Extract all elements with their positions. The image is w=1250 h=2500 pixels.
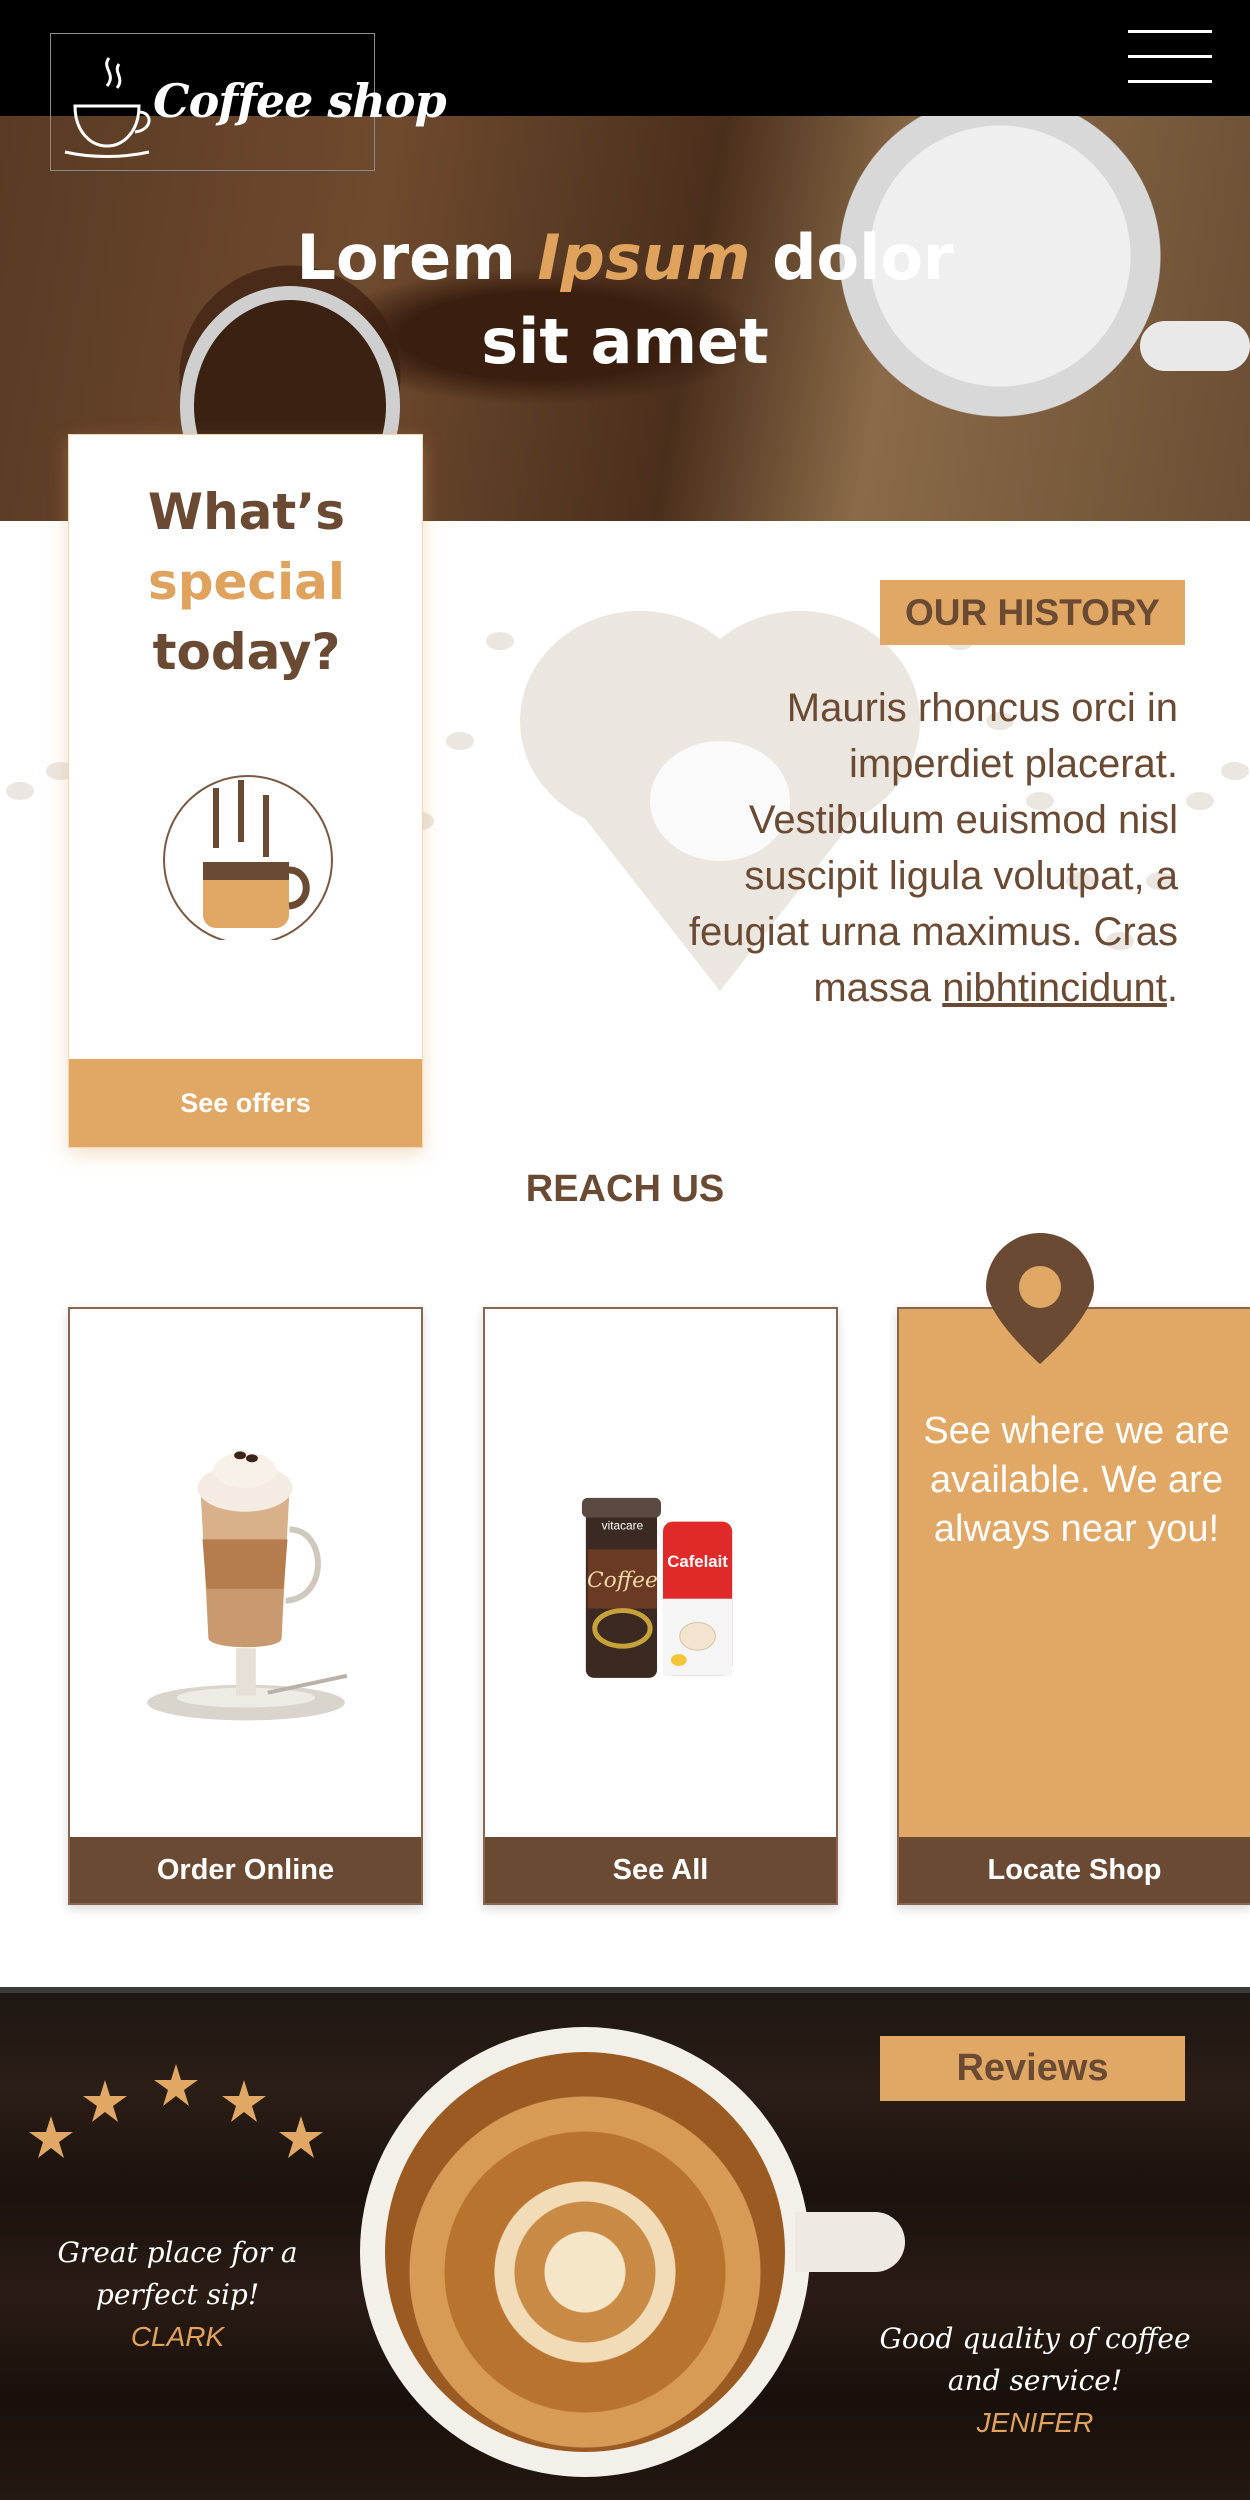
special-title-line3: today? — [152, 623, 341, 681]
review-item: Good quality of coffee and service! JENI… — [870, 2318, 1200, 2444]
our-history-tag: OUR HISTORY — [880, 580, 1185, 645]
reach-us-title: REACH US — [525, 1168, 725, 1210]
locate-shop-button[interactable]: Locate Shop — [899, 1837, 1250, 1903]
can-brand-label: Cafelait — [667, 1552, 728, 1571]
star-icon — [154, 2064, 198, 2106]
star-icon — [83, 2080, 127, 2122]
hamburger-menu-icon[interactable] — [1128, 30, 1212, 84]
review-item: Great place for a perfect sip! CLARK — [50, 2232, 305, 2358]
special-title-line1: What’s — [147, 483, 346, 541]
star-icon — [29, 2116, 73, 2158]
special-title: What’s special today? — [69, 477, 424, 687]
five-star-rating-icon — [29, 2064, 323, 2158]
order-online-button[interactable]: Order Online — [70, 1837, 421, 1903]
see-all-card: vitacare Coffee Cafelait See All — [483, 1307, 838, 1905]
cup-handle-image — [1140, 321, 1250, 371]
history-text-end: . — [1166, 966, 1178, 1010]
latte-glass-image — [147, 1451, 348, 1721]
reviewer-name: CLARK — [130, 2321, 225, 2352]
special-offer-card: What’s special today? See offers — [68, 434, 423, 1148]
star-icon — [279, 2116, 323, 2158]
locate-shop-card: See where we are available. We are alway… — [897, 1307, 1250, 1905]
reviewer-name: JENIFER — [976, 2407, 1094, 2438]
reviews-tag: Reviews — [880, 2036, 1185, 2101]
special-title-line2: special — [147, 553, 346, 611]
hero-title-accent: Ipsum — [537, 221, 751, 294]
location-pin-icon — [986, 1233, 1094, 1364]
star-icon — [222, 2080, 266, 2122]
steaming-cup-icon — [163, 775, 333, 940]
jar-coffee-label: Coffee — [587, 1568, 658, 1593]
order-online-card: Order Online — [68, 1307, 423, 1905]
review-quote: Great place for a perfect sip! — [57, 2236, 298, 2311]
see-offers-button[interactable]: See offers — [69, 1059, 422, 1147]
see-all-button[interactable]: See All — [485, 1837, 836, 1903]
review-quote: Good quality of coffee and service! — [879, 2322, 1191, 2397]
logo[interactable]: Coffee shop — [50, 33, 447, 171]
locate-shop-text: See where we are available. We are alway… — [923, 1410, 1230, 1550]
history-link[interactable]: nibhtincidunt — [942, 966, 1167, 1010]
hero-title-part1: Lorem — [296, 221, 538, 294]
latte-cup-handle — [795, 2212, 905, 2272]
hero-title-part2: dolor — [750, 221, 954, 294]
coffee-products-image: vitacare Coffee Cafelait — [581, 1497, 733, 1678]
coffee-cup-logo-icon — [64, 57, 151, 158]
history-body: Mauris rhoncus orci in imperdiet placera… — [688, 686, 1178, 1010]
logo-text: Coffee shop — [153, 74, 447, 128]
history-text: Mauris rhoncus orci in imperdiet placera… — [680, 680, 1178, 1016]
latte-art-image — [385, 2052, 785, 2452]
jar-brand-label: vitacare — [602, 1519, 644, 1533]
hero-title-line2: sit amet — [481, 305, 769, 378]
hero-title: Lorem Ipsum dolor sit amet — [250, 216, 1000, 384]
